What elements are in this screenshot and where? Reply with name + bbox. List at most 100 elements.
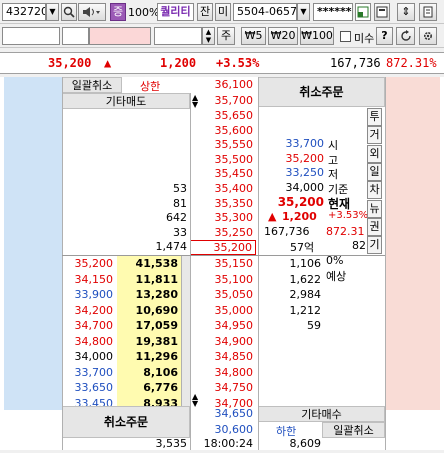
bid-price[interactable]: 34,800 xyxy=(190,365,256,381)
updown-arrow-icon[interactable]: ⇕ xyxy=(397,3,415,21)
bid-remaining[interactable]: 1,106 xyxy=(258,256,324,272)
bid-qty[interactable]: 13,280 xyxy=(117,287,181,303)
code-dropdown-icon[interactable]: ▼ xyxy=(46,3,59,21)
info-value: 33,250 xyxy=(285,166,325,180)
refresh-icon[interactable] xyxy=(396,27,415,45)
ask-qty[interactable] xyxy=(62,153,190,168)
ask-price[interactable]: 35,250 xyxy=(190,226,256,241)
upper-limit-price: 36,100 xyxy=(214,78,254,91)
info-value: 35,200 xyxy=(277,195,324,210)
bid-remaining[interactable]: 59 xyxy=(258,318,324,334)
ask-qty[interactable]: 1,474 xyxy=(62,240,190,255)
bid-qty[interactable]: 19,381 xyxy=(117,334,181,350)
bid-remaining[interactable] xyxy=(258,334,324,350)
quantity-input[interactable] xyxy=(154,27,202,45)
bid-remaining[interactable]: 1,622 xyxy=(258,272,324,288)
ask-price[interactable]: 35,350 xyxy=(190,197,256,212)
bid-remaining[interactable] xyxy=(258,365,324,381)
ask-price[interactable]: 35,600 xyxy=(190,124,256,139)
info-value: 33,700 xyxy=(285,137,325,150)
stock-code-input[interactable]: 432720 xyxy=(2,3,46,21)
bid-qty[interactable]: 6,776 xyxy=(117,380,181,396)
info-rate: +3.53% xyxy=(328,210,369,221)
bid-qty[interactable]: 11,811 xyxy=(117,272,181,288)
info-label: 기준 xyxy=(328,182,349,196)
bid-price[interactable]: 34,750 xyxy=(190,380,256,396)
price-5-button[interactable]: ₩5 xyxy=(241,27,266,45)
right-order-column[interactable] xyxy=(386,77,440,410)
bid-price[interactable]: 34,950 xyxy=(190,318,256,334)
cancel-order-top-button[interactable]: 취소주문 xyxy=(258,77,385,107)
ju-button[interactable]: 주 xyxy=(217,27,235,45)
ask-price[interactable]: 35,450 xyxy=(190,167,256,182)
bid-qty[interactable]: 10,690 xyxy=(117,303,181,319)
side-tab[interactable]: 투 xyxy=(367,108,382,126)
left-order-column[interactable] xyxy=(4,77,62,410)
info-expected: 예상 xyxy=(326,270,347,284)
price-100-button[interactable]: ₩100 xyxy=(300,27,334,45)
password-input[interactable]: ****** xyxy=(313,3,353,21)
bulk-cancel-bottom-button[interactable]: 일괄취소 xyxy=(322,422,385,438)
bid-remaining[interactable]: 1,212 xyxy=(258,303,324,319)
quality-button[interactable]: 퀄리티 xyxy=(157,3,194,21)
ask-qty[interactable] xyxy=(62,124,190,139)
search-icon[interactable] xyxy=(61,3,77,21)
bid-sort-arrows-icon[interactable]: ▲ ▼ xyxy=(192,393,198,408)
split-view-icon[interactable] xyxy=(355,3,371,21)
ask-qty[interactable]: 642 xyxy=(62,211,190,226)
ask-price[interactable]: 35,200 xyxy=(190,240,256,255)
cancel-order-bottom-button[interactable]: 취소주문 xyxy=(62,406,190,438)
total-bid-qty: 8,609 xyxy=(289,437,322,450)
document-icon[interactable] xyxy=(419,3,437,21)
quantity-stepper[interactable]: ▲ ▼ xyxy=(202,27,215,45)
side-tab[interactable]: 외 xyxy=(367,144,382,163)
bid-price[interactable]: 34,900 xyxy=(190,334,256,350)
side-tab[interactable]: 권 xyxy=(367,217,382,236)
bid-scrollbar[interactable] xyxy=(181,256,190,411)
bid-qty[interactable]: 8,106 xyxy=(117,365,181,381)
order-qty-input[interactable] xyxy=(2,27,60,45)
ask-qty[interactable]: 33 xyxy=(62,226,190,241)
bid-qty[interactable]: 41,538 xyxy=(117,256,181,272)
bid-remaining[interactable] xyxy=(258,380,324,396)
side-tab[interactable]: 기 xyxy=(367,236,382,255)
misu-checkbox[interactable] xyxy=(340,31,351,42)
side-tab[interactable]: 뉴 xyxy=(367,199,382,218)
ask-qty[interactable] xyxy=(62,167,190,182)
ask-price[interactable]: 35,550 xyxy=(190,138,256,153)
bid-remaining[interactable]: 2,984 xyxy=(258,287,324,303)
bid-qty[interactable]: 11,296 xyxy=(117,349,181,365)
help-button[interactable]: ? xyxy=(376,27,393,45)
bid-price[interactable]: 35,050 xyxy=(190,287,256,303)
ask-qty[interactable]: 53 xyxy=(62,182,190,197)
ask-qty[interactable] xyxy=(62,109,190,124)
settings-gear-icon[interactable] xyxy=(419,27,437,45)
unfilled-button[interactable]: 미 xyxy=(215,3,231,21)
order-price-input[interactable] xyxy=(89,27,151,45)
side-tab[interactable]: 차 xyxy=(367,181,382,200)
bid-price[interactable]: 35,150 xyxy=(190,256,256,272)
bid-qty[interactable]: 17,059 xyxy=(117,318,181,334)
window-icon[interactable] xyxy=(374,3,390,21)
ask-price[interactable]: 35,400 xyxy=(190,182,256,197)
order-type-icon[interactable]: 증 xyxy=(110,3,126,21)
account-input[interactable]: 5504-0657 xyxy=(233,3,297,21)
ask-qty[interactable] xyxy=(62,138,190,153)
speaker-icon[interactable] xyxy=(78,3,106,21)
bulk-cancel-top-button[interactable]: 일괄취소 xyxy=(62,77,122,93)
account-dropdown-icon[interactable]: ▼ xyxy=(297,3,310,21)
bid-price[interactable]: 34,850 xyxy=(190,349,256,365)
price-20-button[interactable]: ₩20 xyxy=(268,27,298,45)
balance-button[interactable]: 잔 xyxy=(197,3,213,21)
info-value: 34,000 xyxy=(285,180,325,194)
ask-qty[interactable]: 81 xyxy=(62,197,190,212)
ask-price[interactable]: 35,300 xyxy=(190,211,256,226)
order-option-input[interactable] xyxy=(62,27,89,45)
bid-price[interactable]: 35,000 xyxy=(190,303,256,319)
side-tab[interactable]: 거 xyxy=(367,126,382,145)
side-tab[interactable]: 일 xyxy=(367,162,382,181)
ask-price[interactable]: 35,500 xyxy=(190,153,256,168)
bid-price[interactable]: 35,100 xyxy=(190,272,256,288)
ask-price[interactable]: 35,650 xyxy=(190,109,256,124)
bid-remaining[interactable] xyxy=(258,349,324,365)
